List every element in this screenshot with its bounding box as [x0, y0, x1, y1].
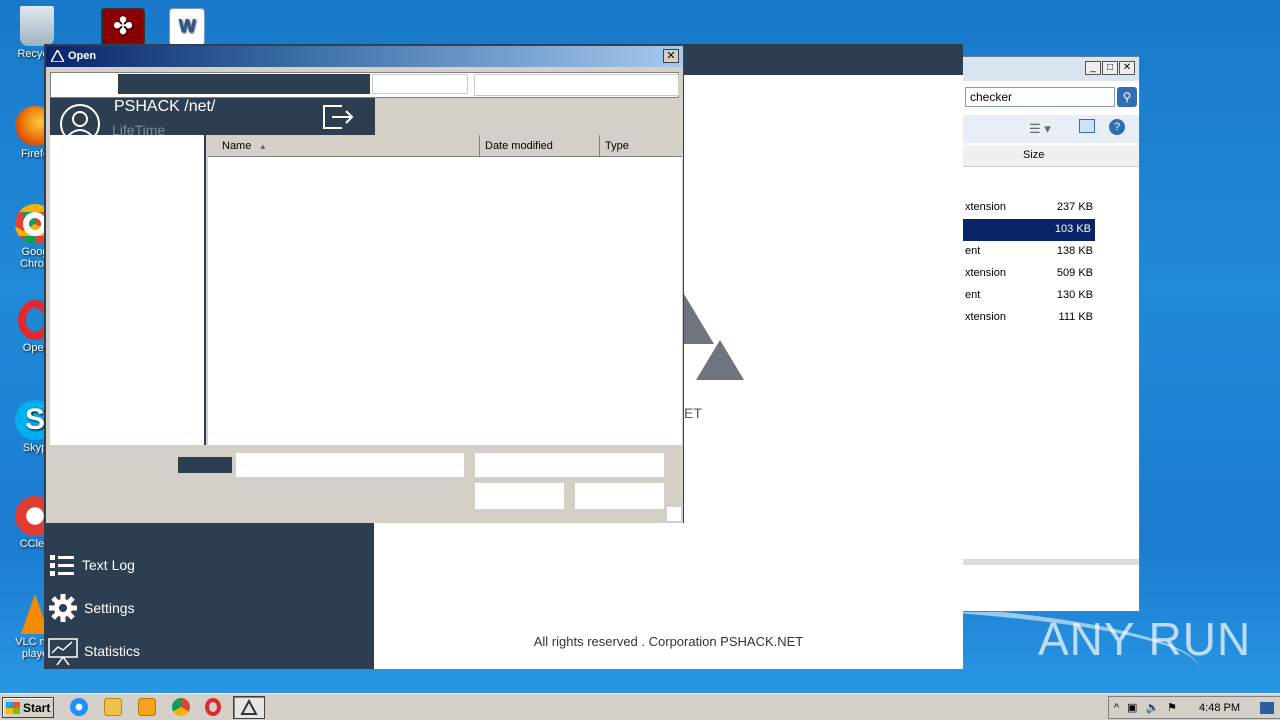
file-row[interactable]: xtension 111 KB: [941, 307, 1139, 329]
show-desktop-icon[interactable]: [1260, 701, 1274, 714]
folder-icon[interactable]: [104, 698, 122, 716]
column-label: Type: [605, 140, 629, 152]
file-row-selected[interactable]: 103 KB: [941, 219, 1095, 241]
sidebar-item-text-log[interactable]: Text Log: [48, 550, 135, 580]
resize-grip[interactable]: [667, 507, 681, 521]
column-header-type[interactable]: Type: [600, 135, 682, 157]
user-name: PSHACK /net/: [114, 98, 216, 115]
file-size: 138 KB: [1056, 245, 1093, 257]
cancel-button[interactable]: [575, 483, 664, 509]
watermark-text: ANY RUN: [1038, 613, 1252, 665]
brand-text: ET: [684, 405, 702, 421]
search-input[interactable]: checker: [965, 87, 1115, 107]
file-name-input[interactable]: [236, 453, 464, 477]
explorer-titlebar[interactable]: _ □ ✕: [941, 57, 1139, 81]
file-type: xtension: [965, 201, 1006, 213]
app-logo-icon: [51, 50, 64, 62]
word-document-icon: W: [169, 8, 205, 46]
help-icon[interactable]: ?: [1109, 119, 1125, 135]
file-size: 111 KB: [1058, 311, 1093, 323]
list-icon: [50, 555, 74, 576]
file-size: 509 KB: [1056, 267, 1093, 279]
column-header-name[interactable]: Name ▲: [208, 135, 480, 157]
taskbar-pshack-app[interactable]: [233, 696, 265, 719]
logout-icon[interactable]: [320, 102, 356, 132]
column-label: Date modified: [485, 140, 553, 152]
clock[interactable]: 4:48 PM: [1199, 702, 1240, 714]
media-player-icon[interactable]: [138, 698, 156, 716]
sidebar-item-label: Text Log: [82, 557, 135, 573]
footer-copyright: All rights reserved . Corporation PSHACK…: [533, 634, 804, 649]
file-row[interactable]: xtension 237 KB: [941, 197, 1139, 219]
desktop-icon-acrobat[interactable]: ✤: [88, 8, 158, 48]
dialog-titlebar[interactable]: Open ✕: [46, 46, 683, 67]
dialog-bottom-panel: [46, 445, 683, 523]
opera-icon[interactable]: [205, 698, 221, 716]
file-type: ent: [965, 245, 981, 257]
presentation-chart-icon: [48, 638, 78, 666]
close-button[interactable]: ✕: [663, 49, 679, 63]
file-size: 103 KB: [1054, 223, 1091, 235]
recycle-bin-icon: [20, 6, 54, 46]
file-row[interactable]: ent 130 KB: [941, 285, 1139, 307]
horizontal-scrollbar[interactable]: [941, 559, 1139, 565]
file-row[interactable]: ent 138 KB: [941, 241, 1139, 263]
file-size: 237 KB: [1056, 201, 1093, 213]
gear-icon: [49, 594, 77, 622]
file-type: xtension: [965, 311, 1006, 323]
file-name-label-block: [178, 457, 232, 473]
preview-pane-icon[interactable]: [1079, 119, 1095, 133]
internet-explorer-icon[interactable]: [70, 698, 88, 716]
search-icon[interactable]: ⚲: [1117, 87, 1137, 107]
column-headers: Name ▲ Date modified Type: [208, 135, 682, 157]
toolbar-field[interactable]: [372, 74, 468, 94]
close-button[interactable]: ✕: [1119, 61, 1135, 75]
file-list: xtension 237 KB 103 KB ent 138 KB xtension…: [941, 197, 1139, 329]
start-button[interactable]: Start: [2, 697, 54, 718]
action-center-flag-icon[interactable]: ⚑: [1167, 701, 1177, 714]
dialog-title: Open: [68, 50, 97, 62]
start-label: Start: [23, 700, 51, 715]
look-in-dropdown[interactable]: [118, 74, 370, 94]
minimize-button[interactable]: _: [1085, 61, 1101, 75]
navigation-pane[interactable]: [50, 135, 206, 445]
app-user-panel: PSHACK /net/ LifeTime: [50, 98, 375, 142]
column-size-label: Size: [1023, 149, 1045, 161]
system-tray: ^ ▣ 🔈 ⚑ 4:48 PM: [1108, 696, 1280, 719]
file-type: ent: [965, 289, 981, 301]
sidebar-item-label: Statistics: [84, 643, 141, 659]
sort-ascending-icon: ▲: [254, 142, 267, 151]
acrobat-icon: ✤: [101, 8, 145, 46]
file-list-view[interactable]: Name ▲ Date modified Type: [208, 135, 682, 445]
open-file-dialog[interactable]: Open ✕ PSHACK /net/ LifeTime Name ▲ Date…: [45, 45, 684, 523]
open-button[interactable]: [475, 483, 564, 509]
show-hidden-icons-icon[interactable]: ^: [1114, 702, 1119, 714]
network-icon[interactable]: ▣: [1127, 701, 1137, 714]
maximize-button[interactable]: □: [1102, 61, 1118, 75]
desktop-icon-word[interactable]: W: [152, 8, 222, 48]
file-row[interactable]: xtension 509 KB: [941, 263, 1139, 285]
volume-icon[interactable]: 🔈: [1145, 701, 1159, 714]
taskbar: Start ^ ▣ 🔈 ⚑ 4:48 PM: [0, 693, 1280, 720]
file-size: 130 KB: [1056, 289, 1093, 301]
column-label: Name: [222, 140, 252, 152]
explorer-toolbar: ☰ ▾ ?: [941, 115, 1139, 143]
toolbar-search-field[interactable]: [474, 74, 679, 96]
file-type: xtension: [965, 267, 1006, 279]
anyrun-watermark: ANY RUN: [1038, 612, 1251, 666]
windows-logo-icon: [6, 701, 20, 714]
file-type-dropdown[interactable]: [475, 453, 664, 477]
column-header-size[interactable]: Size: [941, 145, 1139, 167]
pshack-logo-icon: [240, 698, 258, 715]
sidebar-item-label: Settings: [84, 600, 135, 616]
view-options-icon[interactable]: ☰ ▾: [1029, 121, 1051, 137]
sidebar-item-statistics[interactable]: Statistics: [48, 636, 140, 666]
chrome-icon[interactable]: [172, 698, 190, 716]
sidebar-item-settings[interactable]: Settings: [48, 593, 135, 623]
explorer-window[interactable]: _ □ ✕ checker ⚲ ☰ ▾ ? Size xtension 237 K…: [940, 56, 1140, 612]
column-header-date-modified[interactable]: Date modified: [480, 135, 600, 157]
